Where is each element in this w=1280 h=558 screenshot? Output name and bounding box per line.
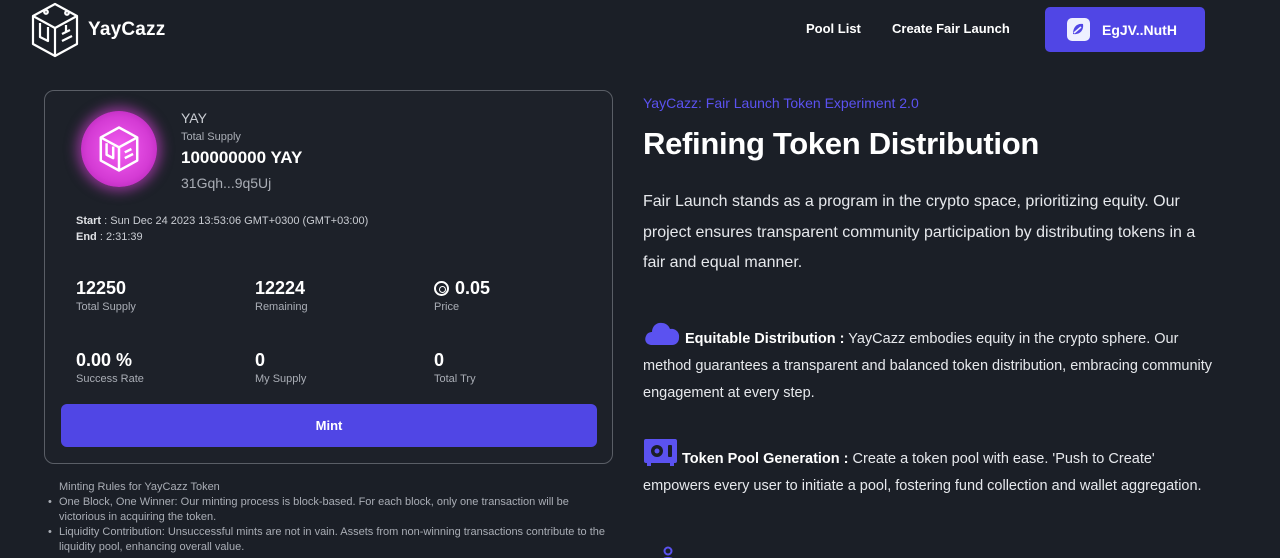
yaycazz-logo-icon[interactable] bbox=[28, 1, 82, 59]
brand-name[interactable]: YayCazz bbox=[88, 19, 165, 41]
cloud-icon bbox=[645, 322, 680, 345]
stat-label: Total Try bbox=[434, 373, 476, 385]
feature-title: Token Pool Generation : bbox=[682, 451, 849, 467]
stat-value: 0 bbox=[434, 349, 445, 370]
wallet-icon bbox=[1067, 18, 1090, 41]
wallet-address: EgJV..NutH bbox=[1102, 21, 1177, 38]
stat-price: 0.05 Price bbox=[434, 277, 604, 313]
mint-card: YAY Total Supply 100000000 YAY 31Gqh...9… bbox=[44, 90, 613, 464]
feature-title: Equitable Distribution : bbox=[685, 331, 845, 347]
start-label: Start bbox=[76, 215, 102, 227]
coin-icon bbox=[434, 280, 449, 296]
token-logo bbox=[81, 111, 157, 187]
user-icon bbox=[663, 546, 673, 558]
nav-create-fair-launch[interactable]: Create Fair Launch bbox=[892, 21, 1010, 36]
rules-list: One Block, One Winner: Our minting proce… bbox=[48, 495, 608, 555]
end-time: End : 2:31:39 bbox=[76, 231, 143, 243]
mint-button[interactable]: Mint bbox=[61, 404, 597, 447]
minting-rules: Minting Rules for YayCazz Token One Bloc… bbox=[48, 480, 608, 555]
total-supply-value: 100000000 YAY bbox=[181, 148, 303, 167]
stat-success-rate: 0.00 % Success Rate bbox=[76, 349, 246, 386]
stat-total-try: 0 Total Try bbox=[434, 349, 604, 386]
stat-value: 0.00 % bbox=[76, 349, 133, 370]
total-supply-label: Total Supply bbox=[181, 131, 241, 143]
intro-paragraph: Fair Launch stands as a program in the c… bbox=[643, 193, 1196, 271]
rule-item: Liquidity Contribution: Unsuccessful min… bbox=[48, 525, 608, 555]
rules-title: Minting Rules for YayCazz Token bbox=[59, 481, 220, 493]
feature-equitable-distribution: Equitable Distribution : YayCazz embodie… bbox=[643, 320, 1213, 407]
start-value: : Sun Dec 24 2023 13:53:06 GMT+0300 (GMT… bbox=[101, 215, 369, 227]
token-address[interactable]: 31Gqh...9q5Uj bbox=[181, 175, 271, 191]
page-title: Refining Token Distribution bbox=[643, 126, 1040, 161]
stat-label: Success Rate bbox=[76, 373, 144, 385]
start-time: Start : Sun Dec 24 2023 13:53:06 GMT+030… bbox=[76, 215, 368, 227]
stat-remaining: 12224 Remaining bbox=[255, 277, 425, 314]
stat-value: 0 bbox=[255, 349, 266, 370]
safe-icon bbox=[644, 439, 677, 466]
stat-value: 12224 bbox=[255, 277, 306, 298]
stat-label: Remaining bbox=[255, 301, 308, 313]
nav-pool-list[interactable]: Pool List bbox=[806, 21, 861, 36]
stat-total-supply: 12250 Total Supply bbox=[76, 277, 246, 314]
token-symbol: YAY bbox=[181, 110, 207, 126]
stat-label: Price bbox=[434, 301, 460, 313]
stat-value: 12250 bbox=[76, 277, 127, 298]
wallet-button[interactable]: EgJV..NutH bbox=[1045, 7, 1205, 52]
stat-my-supply: 0 My Supply bbox=[255, 349, 425, 386]
feature-token-pool-generation: Token Pool Generation : Create a token p… bbox=[643, 438, 1213, 500]
end-label: End bbox=[76, 231, 97, 243]
stat-label: My Supply bbox=[255, 373, 307, 385]
end-value: : 2:31:39 bbox=[96, 231, 143, 243]
top-nav: YayCazz Pool List Create Fair Launch EgJ… bbox=[0, 0, 1280, 60]
stat-label: Total Supply bbox=[76, 301, 136, 313]
kicker-text: YayCazz: Fair Launch Token Experiment 2.… bbox=[643, 95, 919, 111]
stat-value-row: 0.05 bbox=[434, 277, 604, 299]
rule-item: One Block, One Winner: Our minting proce… bbox=[48, 495, 608, 525]
stat-value: 0.05 bbox=[455, 277, 491, 298]
